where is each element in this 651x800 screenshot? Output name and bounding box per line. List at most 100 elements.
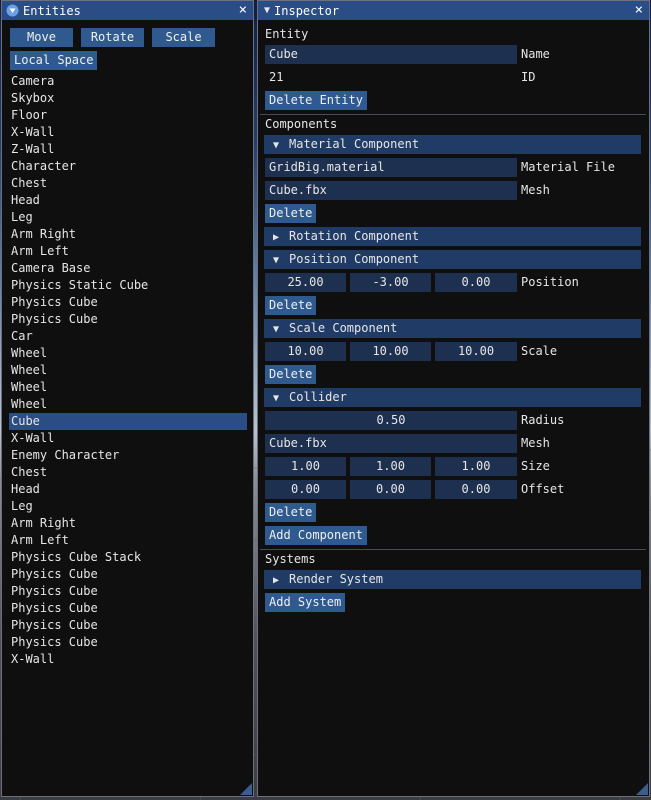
position-y-field[interactable]: -3.00	[350, 273, 431, 292]
entity-list-item[interactable]: Arm Left	[11, 532, 69, 549]
collider-size-y-field[interactable]: 1.00	[350, 457, 431, 476]
resize-grip[interactable]	[240, 783, 252, 795]
entity-list-item[interactable]: X-Wall	[11, 124, 54, 141]
collider-offset-y-field[interactable]: 0.00	[350, 480, 431, 499]
collider-size-label: Size	[521, 459, 550, 473]
rotate-button[interactable]: Rotate	[81, 28, 144, 47]
rotation-component-header[interactable]: ▶ Rotation Component	[264, 227, 641, 246]
systems-label: Systems	[265, 552, 316, 566]
entity-id-value: 21	[269, 70, 284, 84]
entity-list-item[interactable]: Floor	[11, 107, 47, 124]
close-icon[interactable]: ×	[239, 2, 247, 18]
entity-list-item[interactable]: Wheel	[11, 396, 47, 413]
inspector-title-bar[interactable]: ▼ Inspector ×	[258, 1, 649, 20]
collider-offset-x-field[interactable]: 0.00	[265, 480, 346, 499]
entity-list-item[interactable]: Physics Cube	[11, 566, 98, 583]
entity-list-item[interactable]: Leg	[11, 498, 33, 515]
scale-button[interactable]: Scale	[152, 28, 215, 47]
scale-component-header[interactable]: ▼ Scale Component	[264, 319, 641, 338]
material-mesh-field[interactable]: Cube.fbx	[265, 181, 517, 200]
entity-list-item[interactable]: Chest	[11, 175, 47, 192]
entity-list-item[interactable]: Arm Left	[11, 243, 69, 260]
entity-list-item[interactable]: X-Wall	[11, 430, 54, 447]
collider-header[interactable]: ▼ Collider	[264, 388, 641, 407]
entity-name-label: Name	[521, 47, 550, 61]
position-z-field[interactable]: 0.00	[435, 273, 517, 292]
entity-list-item[interactable]: Physics Cube	[11, 583, 98, 600]
entity-list-item[interactable]: Physics Cube	[11, 294, 98, 311]
collider-size-z-field[interactable]: 1.00	[435, 457, 517, 476]
expanded-triangle-icon: ▼	[273, 393, 280, 404]
position-x-field[interactable]: 25.00	[265, 273, 346, 292]
move-button[interactable]: Move	[10, 28, 73, 47]
delete-material-button[interactable]: Delete	[265, 204, 317, 223]
entity-list-item[interactable]: Physics Cube	[11, 617, 98, 634]
collider-offset-z-field[interactable]: 0.00	[435, 480, 517, 499]
position-component-header[interactable]: ▼ Position Component	[264, 250, 641, 269]
delete-position-button[interactable]: Delete	[265, 296, 317, 315]
collider-size-x-field[interactable]: 1.00	[265, 457, 346, 476]
entity-list-item[interactable]: Leg	[11, 209, 33, 226]
entity-list-item[interactable]: Head	[11, 192, 40, 209]
entities-panel: Entities × Move Rotate Scale Local Space…	[1, 0, 254, 797]
entity-list-item[interactable]: Chest	[11, 464, 47, 481]
scale-label: Scale	[521, 344, 558, 358]
entity-list-item[interactable]: Arm Right	[11, 226, 76, 243]
entity-list-item[interactable]: Wheel	[11, 379, 47, 396]
collapse-icon[interactable]	[6, 4, 19, 17]
material-component-header[interactable]: ▼ Material Component	[264, 135, 641, 154]
scale-x-field[interactable]: 10.00	[265, 342, 346, 361]
material-file-label: Material File	[521, 160, 615, 174]
delete-collider-button[interactable]: Delete	[265, 503, 317, 522]
divider	[260, 549, 646, 550]
entity-list-item[interactable]: Physics Cube Stack	[11, 549, 141, 566]
render-system-header[interactable]: ▶ Render System	[264, 570, 641, 589]
resize-grip[interactable]	[636, 783, 648, 795]
collapse-triangle-icon[interactable]: ▼	[264, 5, 270, 16]
local-space-button[interactable]: Local Space	[10, 51, 98, 70]
entity-list-item[interactable]: X-Wall	[11, 651, 54, 668]
collapsed-triangle-icon: ▶	[273, 575, 280, 586]
entity-list-item[interactable]: Physics Cube	[11, 311, 98, 328]
entity-list-item[interactable]: Car	[11, 328, 33, 345]
entity-list-item[interactable]: Physics Static Cube	[11, 277, 148, 294]
entity-list-item[interactable]: Camera Base	[11, 260, 90, 277]
material-file-field[interactable]: GridBig.material	[265, 158, 517, 177]
collider-radius-label: Radius	[521, 413, 565, 427]
add-component-button[interactable]: Add Component	[265, 526, 367, 545]
entity-id-label: ID	[521, 70, 536, 84]
entity-list-item[interactable]: Z-Wall	[11, 141, 54, 158]
entity-list-item[interactable]: Enemy Character	[11, 447, 119, 464]
entity-list-item[interactable]: Cube	[9, 413, 247, 430]
delete-scale-button[interactable]: Delete	[265, 365, 317, 384]
collider-mesh-label: Mesh	[521, 436, 550, 450]
position-label: Position	[521, 275, 579, 289]
collider-mesh-field[interactable]: Cube.fbx	[265, 434, 517, 453]
expanded-triangle-icon: ▼	[273, 324, 280, 335]
entities-title-bar[interactable]: Entities ×	[2, 1, 253, 20]
collider-radius-field[interactable]: 0.50	[265, 411, 517, 430]
entity-list-item[interactable]: Camera	[11, 73, 54, 90]
delete-entity-button[interactable]: Delete Entity	[265, 91, 367, 110]
scale-y-field[interactable]: 10.00	[350, 342, 431, 361]
entity-list-item[interactable]: Arm Right	[11, 515, 76, 532]
inspector-title: Inspector	[274, 3, 340, 18]
expanded-triangle-icon: ▼	[273, 140, 280, 151]
components-label: Components	[265, 117, 338, 131]
entity-list-item[interactable]: Head	[11, 481, 40, 498]
divider	[260, 114, 646, 115]
entity-list-item[interactable]: Skybox	[11, 90, 54, 107]
collider-offset-label: Offset	[521, 482, 565, 496]
entity-list-item[interactable]: Wheel	[11, 345, 47, 362]
entity-list-item[interactable]: Physics Cube	[11, 634, 98, 651]
entity-name-field[interactable]: Cube	[265, 45, 517, 64]
entity-section-label: Entity	[265, 27, 309, 41]
expanded-triangle-icon: ▼	[273, 255, 280, 266]
close-icon[interactable]: ×	[635, 2, 643, 18]
entity-list-item[interactable]: Physics Cube	[11, 600, 98, 617]
entity-list-item[interactable]: Character	[11, 158, 76, 175]
scale-z-field[interactable]: 10.00	[435, 342, 517, 361]
add-system-button[interactable]: Add System	[265, 593, 346, 612]
entity-list-item[interactable]: Wheel	[11, 362, 47, 379]
material-mesh-label: Mesh	[521, 183, 550, 197]
